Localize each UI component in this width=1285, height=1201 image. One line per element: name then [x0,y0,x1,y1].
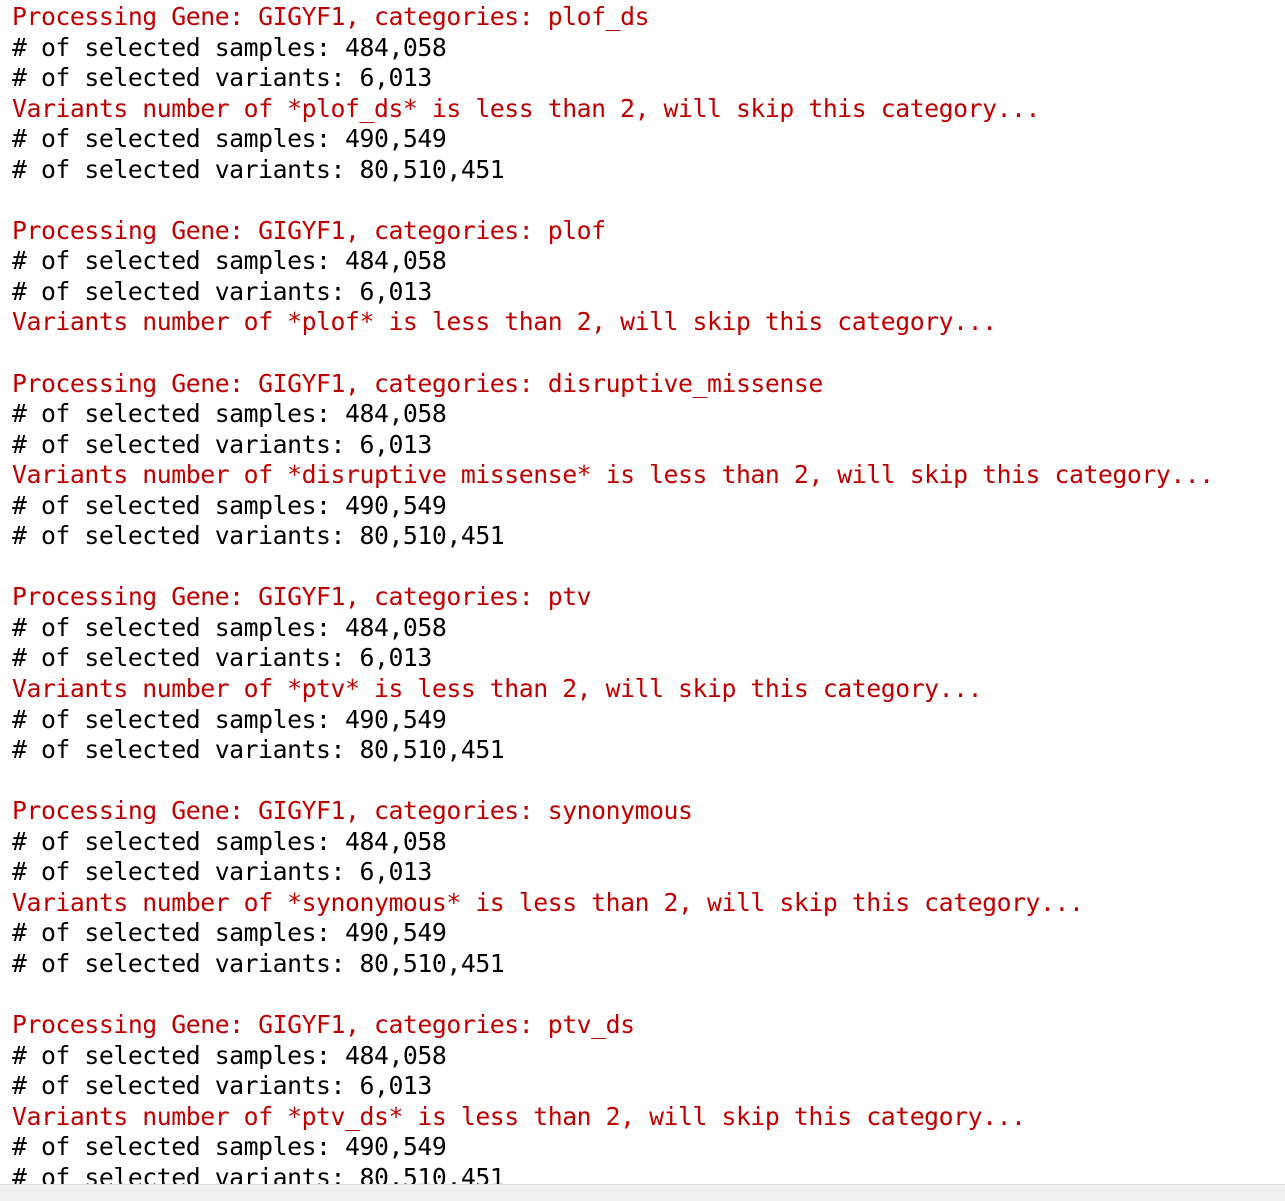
console-message-line: # of selected samples: 490,549 [12,918,447,948]
console-message-line: # of selected variants: 6,013 [12,1071,432,1101]
console-error-line: Variants number of *disruptive missense*… [12,460,1214,490]
console-error-line: Processing Gene: GIGYF1, categories: ptv [12,582,592,612]
console-error-line: Variants number of *ptv* is less than 2,… [12,674,983,704]
horizontal-scrollbar[interactable] [0,1184,1285,1201]
console-error-line: Variants number of *plof* is less than 2… [12,307,997,337]
console-message-line: # of selected variants: 80,510,451 [12,948,505,978]
console-message-line: # of selected samples: 484,058 [12,246,447,276]
console-message-line: # of selected variants: 6,013 [12,276,432,306]
console-error-line: Processing Gene: GIGYF1, categories: plo… [12,2,650,31]
console-error-line: Variants number of *ptv_ds* is less than… [12,1101,1026,1131]
console-message-line: # of selected samples: 484,058 [12,612,447,642]
console-error-line: Variants number of *synonymous* is less … [12,887,1084,917]
console-message-line: # of selected samples: 484,058 [12,399,447,429]
console-message-line: # of selected samples: 490,549 [12,704,447,734]
console-message-line: # of selected samples: 490,549 [12,1132,447,1162]
console-error-line: Variants number of *plof_ds* is less tha… [12,93,1041,123]
console-message-line: # of selected variants: 80,510,451 [12,521,505,551]
console-message-line: # of selected variants: 6,013 [12,63,432,93]
console-message-line: # of selected variants: 6,013 [12,429,432,459]
console-error-line: Processing Gene: GIGYF1, categories: syn… [12,796,693,826]
console-error-line: Processing Gene: GIGYF1, categories: plo… [12,215,606,245]
console-message-line: # of selected samples: 484,058 [12,1040,447,1070]
console-message-line: # of selected variants: 6,013 [12,643,432,673]
console-message-line: # of selected samples: 490,549 [12,490,447,520]
console-message-line: # of selected samples: 484,058 [12,32,447,62]
console-error-line: Processing Gene: GIGYF1, categories: dis… [12,368,823,398]
console-error-line: Processing Gene: GIGYF1, categories: ptv… [12,1010,635,1040]
console-message-line: # of selected samples: 490,549 [12,124,447,154]
console-message-line: # of selected variants: 80,510,451 [12,1162,505,1185]
console-output[interactable]: Processing Gene: GIGYF1, categories: plo… [12,2,1282,1185]
console-message-line: # of selected variants: 80,510,451 [12,735,505,765]
console-message-line: # of selected samples: 484,058 [12,826,447,856]
console-message-line: # of selected variants: 6,013 [12,857,432,887]
console-message-line: # of selected variants: 80,510,451 [12,154,505,184]
